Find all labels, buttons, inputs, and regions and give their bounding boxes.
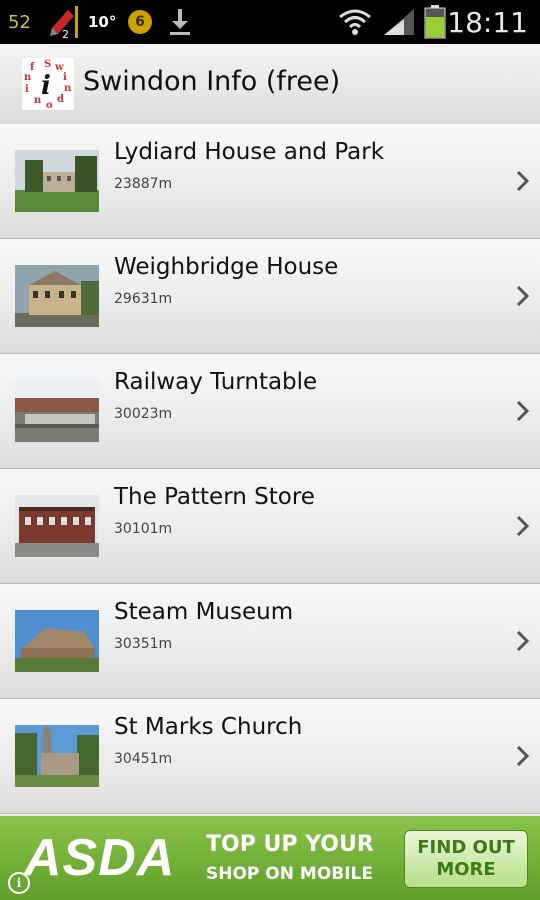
place-thumbnail xyxy=(15,150,99,212)
ad-headline: TOP UP YOUR xyxy=(206,832,374,857)
places-list: Lydiard House and Park 23887m Weighbridg… xyxy=(0,124,540,814)
place-distance: 30101m xyxy=(114,521,173,537)
battery-icon xyxy=(424,0,446,44)
coin-label: 6 xyxy=(128,10,152,34)
signal-icon xyxy=(382,0,416,44)
place-thumbnail xyxy=(15,495,99,557)
ad-brand-logo: ASDA xyxy=(24,829,176,887)
clock: 18:11 xyxy=(447,5,528,39)
place-distance: 30351m xyxy=(114,636,173,652)
svg-text:n: n xyxy=(64,83,72,94)
app-title: Swindon Info (free) xyxy=(83,66,341,97)
list-item[interactable]: Railway Turntable 30023m xyxy=(0,354,540,469)
place-name: Railway Turntable xyxy=(114,369,318,395)
ad-banner[interactable]: ASDA TOP UP YOUR SHOP ON MOBILE FIND OUT… xyxy=(0,816,540,900)
list-item[interactable]: The Pattern Store 30101m xyxy=(0,469,540,584)
ad-info-icon[interactable]: i xyxy=(8,872,30,894)
svg-text:i: i xyxy=(41,71,51,101)
place-name: Lydiard House and Park xyxy=(114,139,385,165)
ad-button-line2: MORE xyxy=(436,859,496,880)
chevron-right-icon xyxy=(516,400,530,422)
place-name: Weighbridge House xyxy=(114,254,339,280)
list-item[interactable]: St Marks Church 30451m xyxy=(0,699,540,814)
temperature-indicator: 10° xyxy=(88,13,117,31)
app-header: S w i n d o n i n f i Swindon Info (free… xyxy=(0,44,540,125)
chevron-right-icon xyxy=(516,285,530,307)
place-thumbnail xyxy=(15,265,99,327)
svg-text:d: d xyxy=(57,94,64,105)
place-thumbnail xyxy=(15,725,99,787)
wifi-icon xyxy=(338,0,372,44)
ad-button-line1: FIND OUT xyxy=(417,837,515,858)
place-distance: 30023m xyxy=(114,406,173,422)
pen-badge: 2 xyxy=(62,28,69,40)
place-name: Steam Museum xyxy=(114,599,294,625)
place-thumbnail xyxy=(15,380,99,442)
pen-icon: 2 xyxy=(48,0,82,44)
place-thumbnail xyxy=(15,610,99,672)
place-name: The Pattern Store xyxy=(114,484,315,510)
svg-text:i: i xyxy=(63,72,67,83)
svg-text:S: S xyxy=(44,59,51,70)
chevron-right-icon xyxy=(516,745,530,767)
list-item[interactable]: Lydiard House and Park 23887m xyxy=(0,124,540,239)
svg-text:n: n xyxy=(24,72,32,83)
place-distance: 23887m xyxy=(114,176,173,192)
list-item[interactable]: Weighbridge House 29631m xyxy=(0,239,540,354)
notification-count: 52 xyxy=(8,11,31,33)
app-logo-icon: S w i n d o n i n f i xyxy=(22,58,74,111)
coin-icon: 6 xyxy=(128,0,152,44)
list-item[interactable]: Steam Museum 30351m xyxy=(0,584,540,699)
svg-text:f: f xyxy=(30,62,35,73)
chevron-right-icon xyxy=(516,170,530,192)
place-name: St Marks Church xyxy=(114,714,303,740)
place-distance: 29631m xyxy=(114,291,173,307)
svg-text:i: i xyxy=(25,84,29,95)
ad-subline: SHOP ON MOBILE xyxy=(206,864,373,884)
chevron-right-icon xyxy=(516,515,530,537)
place-distance: 30451m xyxy=(114,751,173,767)
ad-find-out-more-button[interactable]: FIND OUT MORE xyxy=(404,830,528,888)
download-icon xyxy=(168,0,192,44)
svg-text:o: o xyxy=(46,100,53,110)
status-bar: 52 2 10° 6 18:11 xyxy=(0,0,540,44)
chevron-right-icon xyxy=(516,630,530,652)
